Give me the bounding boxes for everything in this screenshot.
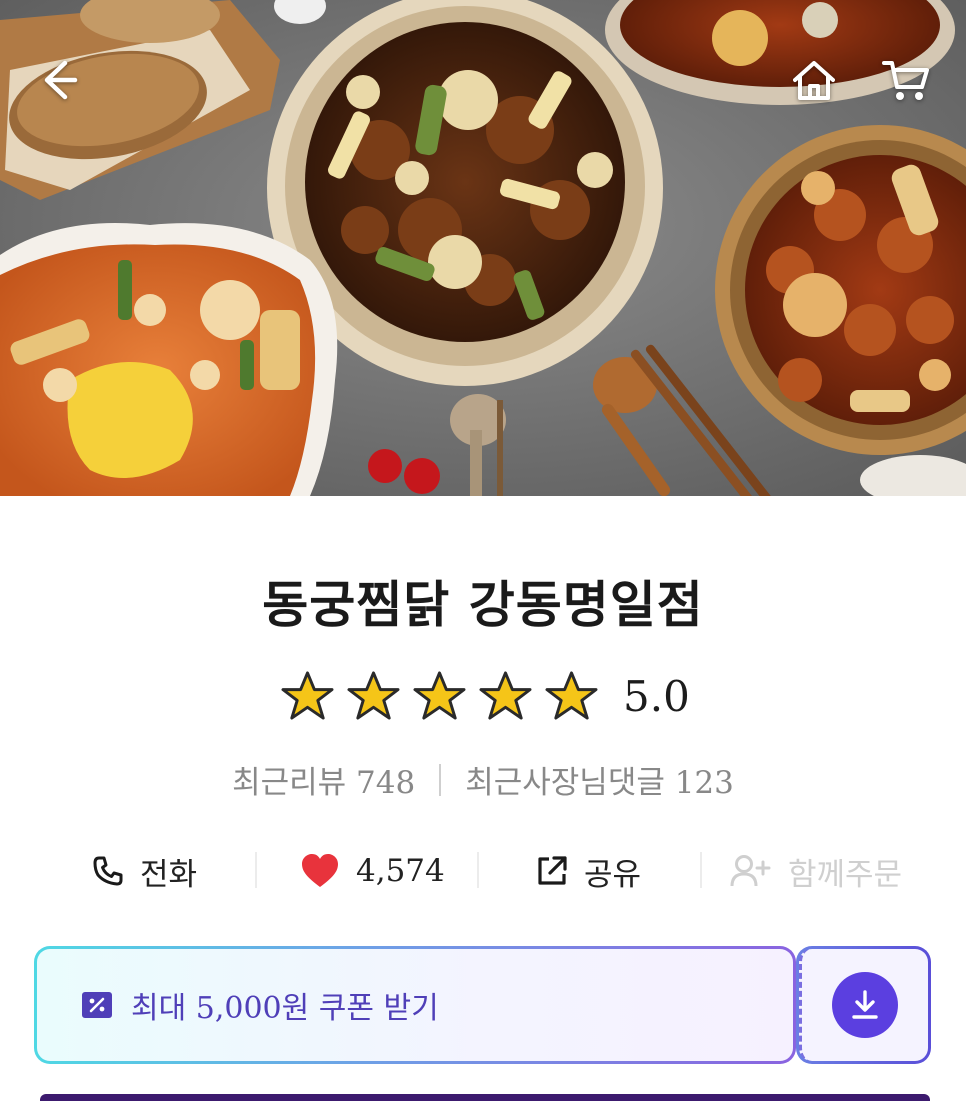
coupon-button[interactable]: 최대 5,000원 쿠폰 받기 xyxy=(34,946,796,1064)
rating-row: 5.0 xyxy=(280,668,690,724)
phone-label: 전화 xyxy=(140,856,198,893)
star-icon xyxy=(479,671,532,720)
group-order-label: 함께주문 xyxy=(788,856,903,893)
coupon-download-button[interactable] xyxy=(796,946,931,1064)
star-icon xyxy=(413,671,466,720)
download-icon xyxy=(852,990,878,1019)
share-icon xyxy=(538,856,567,885)
divider xyxy=(700,852,702,888)
heart-icon xyxy=(302,854,338,887)
hero-food-image xyxy=(0,0,966,496)
star-icon xyxy=(281,671,334,720)
add-user-icon xyxy=(730,855,771,887)
like-button[interactable]: 4,574 xyxy=(300,838,460,904)
rating-score: 5.0 xyxy=(623,671,690,721)
action-bar: 전화 4,574 공유 함께주문 xyxy=(0,838,966,904)
back-button[interactable] xyxy=(28,50,88,110)
coupon-banner: 최대 5,000원 쿠폰 받기 xyxy=(34,946,931,1064)
home-button[interactable] xyxy=(784,50,844,110)
coupon-icon xyxy=(82,992,112,1018)
download-circle xyxy=(832,972,898,1038)
group-order-button[interactable]: 함께주문 xyxy=(730,838,930,904)
phone-button[interactable]: 전화 xyxy=(92,838,252,904)
star-icon xyxy=(347,671,400,720)
star-icon xyxy=(545,671,598,720)
cart-icon xyxy=(882,61,929,100)
divider xyxy=(439,763,442,796)
divider xyxy=(255,852,257,888)
review-summary: 최근리뷰 748 최근사장님댓글 123 xyxy=(0,757,966,802)
phone-icon xyxy=(93,856,123,886)
home-icon xyxy=(793,61,835,100)
next-section-edge xyxy=(40,1094,930,1101)
store-name: 동궁찜닭 강동명일점 xyxy=(262,576,704,634)
divider xyxy=(477,852,479,888)
coupon-label: 최대 5,000원 쿠폰 받기 xyxy=(131,991,439,1026)
owner-comments-link[interactable]: 최근사장님댓글 123 xyxy=(465,757,734,802)
star-rating xyxy=(280,670,599,722)
like-count: 4,574 xyxy=(356,853,445,889)
arrow-left-icon xyxy=(44,60,78,100)
share-label: 공유 xyxy=(584,856,642,893)
cart-button[interactable] xyxy=(876,50,936,110)
recent-reviews-link[interactable]: 최근리뷰 748 xyxy=(232,757,415,802)
share-button[interactable]: 공유 xyxy=(536,838,696,904)
